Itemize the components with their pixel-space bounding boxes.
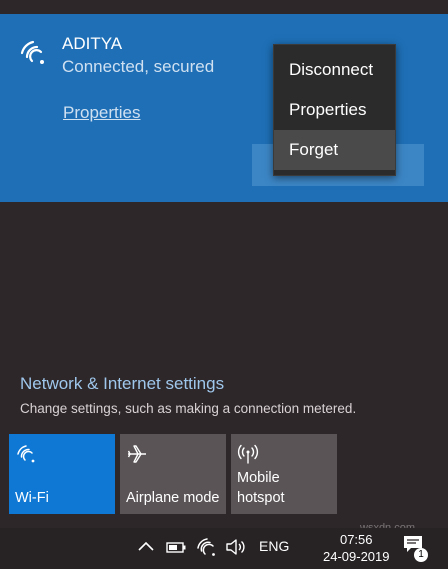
chevron-up-icon[interactable] xyxy=(135,536,157,558)
context-menu: Disconnect Properties Forget xyxy=(273,44,396,176)
menu-item-properties[interactable]: Properties xyxy=(274,90,395,130)
taskbar: ENG 07:56 24-09-2019 1 xyxy=(0,528,448,569)
hotspot-tile-label: Mobile hotspot xyxy=(237,468,285,508)
language-indicator[interactable]: ENG xyxy=(259,538,289,554)
wifi-tile-label: Wi-Fi xyxy=(15,490,49,506)
wifi-icon xyxy=(20,40,44,64)
menu-item-forget[interactable]: Forget xyxy=(274,130,395,170)
wifi-icon xyxy=(17,445,35,463)
network-status: Connected, secured xyxy=(62,57,215,76)
network-properties-link[interactable]: Properties xyxy=(63,103,140,123)
hotspot-icon xyxy=(237,444,259,464)
clock[interactable]: 07:56 24-09-2019 xyxy=(323,531,390,565)
airplane-tile-label: Airplane mode xyxy=(126,490,220,506)
hotspot-label-line1: Mobile xyxy=(237,470,280,486)
network-flyout: ADITYA Connected, secured Properties Dis… xyxy=(0,0,448,528)
notification-count-badge: 1 xyxy=(414,548,428,562)
volume-icon[interactable] xyxy=(224,536,246,558)
mobile-hotspot-tile[interactable]: Mobile hotspot xyxy=(231,434,337,514)
wifi-toggle-tile[interactable]: Wi-Fi xyxy=(9,434,115,514)
wifi-tray-icon[interactable] xyxy=(195,536,217,558)
battery-icon[interactable] xyxy=(165,536,187,558)
network-settings-description: Change settings, such as making a connec… xyxy=(20,401,357,416)
airplane-icon xyxy=(127,445,146,463)
menu-item-disconnect[interactable]: Disconnect xyxy=(274,50,395,90)
airplane-mode-tile[interactable]: Airplane mode xyxy=(120,434,226,514)
network-name: ADITYA xyxy=(62,34,123,53)
clock-time: 07:56 xyxy=(339,532,373,547)
clock-date: 24-09-2019 xyxy=(323,549,390,564)
hotspot-label-line2: hotspot xyxy=(237,490,285,506)
network-settings-link[interactable]: Network & Internet settings xyxy=(20,374,224,394)
